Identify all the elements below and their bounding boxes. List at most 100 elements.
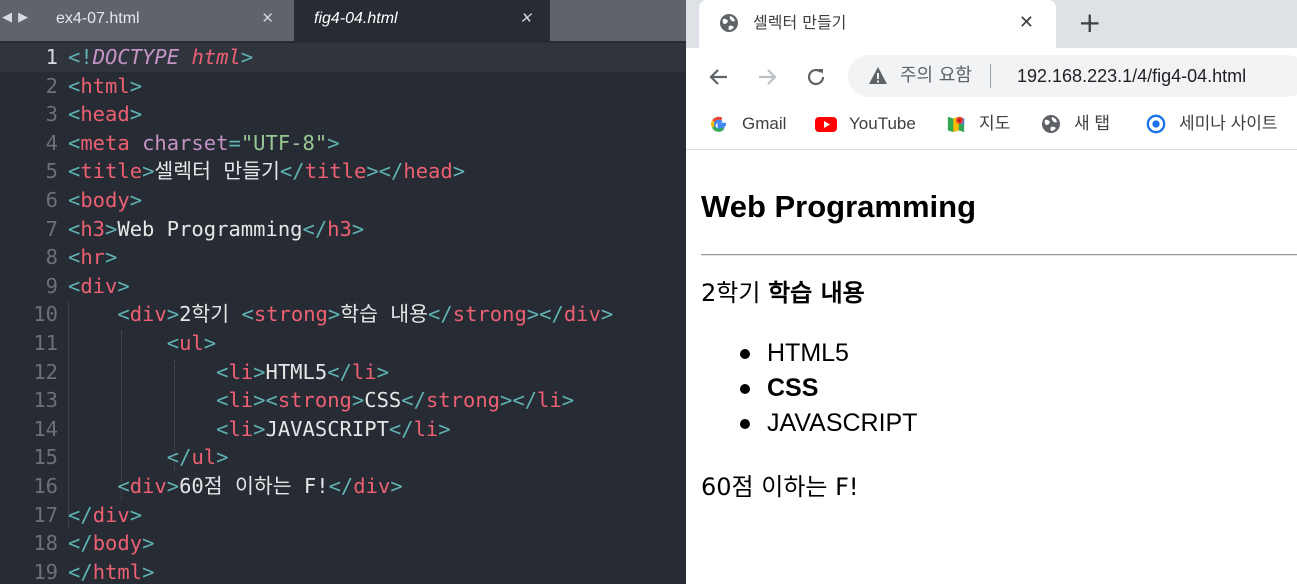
code-text: </html> <box>68 558 154 584</box>
code-line[interactable]: 7 <h3>Web Programming</h3> <box>0 215 686 244</box>
code-line[interactable]: 12 <li>HTML5</li> <box>0 358 686 387</box>
code-token: > <box>327 302 341 327</box>
bookmarks-bar: Gmail YouTube 지도 새 탭 세미나 사이트 <box>686 104 1297 150</box>
close-icon[interactable]: ✕ <box>519 0 532 38</box>
line-number: 15 <box>33 445 58 470</box>
browser-tab[interactable]: 셀렉터 만들기 ✕ <box>699 0 1056 48</box>
editor-tab-ex4-07[interactable]: ex4-07.html ✕ <box>36 0 292 41</box>
topic-list: HTML5 CSS JAVASCRIPT <box>736 336 918 441</box>
code-token: 60점 이하는 F! <box>179 474 329 498</box>
code-token: > <box>142 531 155 556</box>
code-line[interactable]: 15 </ul> <box>0 443 686 472</box>
security-status-label[interactable]: 주의 요함 <box>900 55 972 97</box>
code-line[interactable]: 10 <div>2학기 <strong>학습 내용</strong></div> <box>0 300 686 329</box>
line-number: 4 <box>45 130 58 155</box>
url-text[interactable]: 192.168.223.1/4/fig4-04.html <box>1017 55 1246 97</box>
code-token: < <box>216 359 229 384</box>
code-line[interactable]: 1 <!DOCTYPE html> <box>0 43 686 72</box>
browser-window: 셀렉터 만들기 ✕ + 주의 요함 192.168.223.1/4/fig4-0… <box>686 0 1297 584</box>
code-text: <body> <box>68 186 142 215</box>
code-token: JAVASCRIPT <box>265 416 389 441</box>
code-token: = <box>228 130 241 155</box>
code-line[interactable]: 11 <ul> <box>0 329 686 358</box>
code-line[interactable]: 19 </html> <box>0 558 686 584</box>
code-line[interactable]: 18 </body> <box>0 529 686 558</box>
code-token: > <box>438 416 451 441</box>
code-token: > <box>105 245 118 270</box>
code-token: ul <box>179 331 204 355</box>
close-icon[interactable]: ✕ <box>261 0 274 38</box>
code-token: > <box>129 188 143 212</box>
reload-icon[interactable] <box>801 48 831 104</box>
bookmark-youtube[interactable]: YouTube <box>815 104 925 144</box>
code-token: 2학기 <box>179 302 242 327</box>
code-token: < <box>216 388 229 413</box>
code-line[interactable]: 9 <div> <box>0 272 686 301</box>
back-arrow-icon[interactable] <box>704 48 734 104</box>
code-line[interactable]: 8 <hr> <box>0 243 686 272</box>
code-token: head <box>403 159 453 184</box>
code-token: div <box>129 302 167 327</box>
code-token: </ <box>166 445 192 470</box>
code-token: head <box>80 102 130 127</box>
bookmark-maps[interactable]: 지도 <box>945 104 1025 144</box>
code-line[interactable]: 13 <li><strong>CSS</strong></li> <box>0 386 686 415</box>
code-line[interactable]: 5 <title>셀렉터 만들기</title></head> <box>0 157 686 186</box>
forward-arrow-icon[interactable] <box>752 48 782 104</box>
code-text: <div> <box>68 272 130 301</box>
list-item: HTML5 <box>736 336 918 371</box>
globe-icon <box>720 14 738 32</box>
editor-tab-label: fig4-04.html <box>314 10 398 27</box>
line-number: 13 <box>33 388 58 413</box>
code-token: </ <box>279 159 305 184</box>
code-token: strong <box>452 302 527 327</box>
code-token: meta <box>80 130 130 155</box>
bookmark-label: YouTube <box>849 114 916 133</box>
bookmark-new-tab[interactable]: 새 탭 <box>1040 104 1120 144</box>
code-line[interactable]: 16 <div>60점 이하는 F!</div> <box>0 472 686 501</box>
warning-icon[interactable] <box>868 66 888 85</box>
tab-scroll-arrows[interactable]: ◀ ▶ <box>0 0 36 41</box>
code-token: > <box>166 474 180 498</box>
code-line[interactable]: 4 <meta charset="UTF-8"> <box>0 129 686 158</box>
code-token: strong <box>277 388 352 413</box>
code-token: > <box>203 331 217 355</box>
code-token: div <box>563 302 601 327</box>
indent-guide <box>68 302 69 528</box>
close-icon[interactable]: ✕ <box>1019 0 1034 45</box>
code-token: strong <box>425 388 501 413</box>
code-line[interactable]: 14 <li>JAVASCRIPT</li> <box>0 415 686 444</box>
new-tab-button[interactable]: + <box>1078 0 1101 46</box>
address-bar[interactable]: 주의 요함 192.168.223.1/4/fig4-04.html <box>848 55 1297 97</box>
code-line[interactable]: 2 <html> <box>0 72 686 101</box>
code-line[interactable]: 17 </div> <box>0 501 686 530</box>
bookmark-seminar-site[interactable]: 세미나 사이트 <box>1145 104 1297 144</box>
code-token: li <box>413 416 439 441</box>
bookmark-gmail[interactable]: Gmail <box>708 104 798 144</box>
code-token: < <box>68 188 81 212</box>
code-text: <div>2학기 <strong>학습 내용</strong></div> <box>68 300 613 329</box>
code-text: <head> <box>68 100 142 129</box>
code-text: </ul> <box>68 443 229 472</box>
code-token: > <box>240 45 254 69</box>
code-text: </body> <box>68 529 154 558</box>
line-number: 8 <box>45 245 58 270</box>
code-token: > <box>129 102 143 127</box>
code-area[interactable]: 1 <!DOCTYPE html> 2 <html> 3 <head> 4 <meta cha… <box>0 43 686 584</box>
line-number: 16 <box>33 474 58 498</box>
list-item: CSS <box>736 371 918 406</box>
code-token: ></ <box>500 388 538 413</box>
code-line[interactable]: 3 <head> <box>0 100 686 129</box>
code-line[interactable]: 6 <body> <box>0 186 686 215</box>
code-token: > <box>142 159 155 184</box>
code-text: <!DOCTYPE html> <box>68 43 253 72</box>
indent-guide <box>121 331 122 499</box>
editor-tab-fig4-04[interactable]: fig4-04.html ✕ <box>294 0 550 41</box>
